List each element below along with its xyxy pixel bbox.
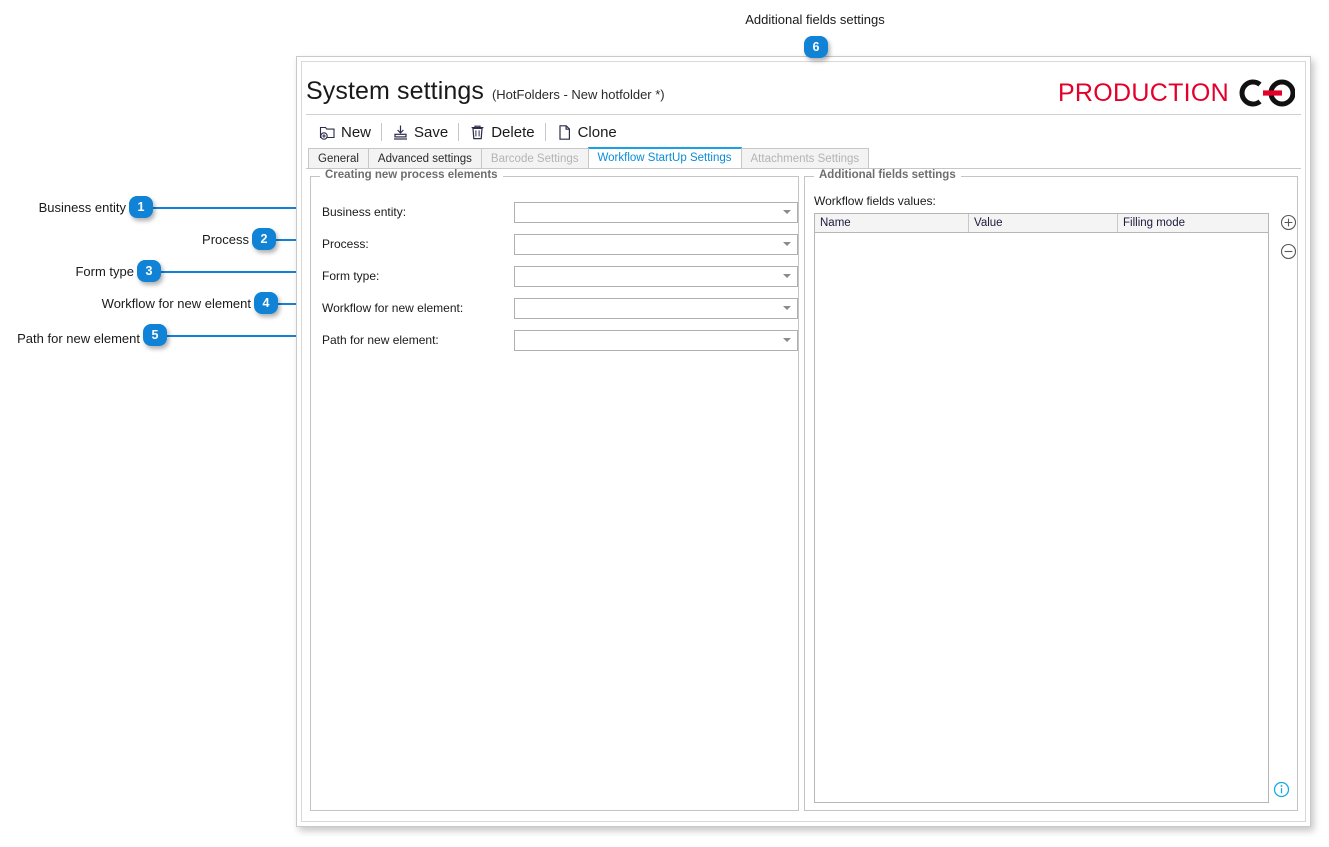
toolbar: New Save Delete Clone [306,115,1301,147]
workflow-fields-grid[interactable]: Name Value Filling mode [814,213,1269,803]
page-subtitle: (HotFolders - New hotfolder *) [491,87,665,102]
copy-page-icon [556,124,573,141]
callout-badge-4[interactable]: 4 [254,292,278,314]
delete-button-label: Delete [491,123,535,141]
system-settings-window: System settings (HotFolders - New hotfol… [296,56,1311,827]
column-header-filling-mode[interactable]: Filling mode [1118,214,1268,232]
callout-badge-1[interactable]: 1 [129,196,153,218]
tab-general[interactable]: General [308,148,369,168]
additional-fields-settings-group: Additional fields settings Workflow fiel… [804,169,1298,811]
column-header-name[interactable]: Name [815,214,969,232]
plus-circle-icon[interactable] [1280,214,1297,236]
chevron-down-icon [783,274,791,278]
clone-button-label: Clone [577,123,617,141]
left-panel-title: Creating new process elements [320,169,503,181]
save-icon [392,124,409,141]
form-row-path-for-new-element: Path for new element: [318,324,798,356]
window-inner-frame: System settings (HotFolders - New hotfol… [301,61,1306,822]
info-circle-icon[interactable] [1273,781,1290,803]
callout-badge-5[interactable]: 5 [143,324,167,346]
callout-badge-2[interactable]: 2 [252,228,276,250]
chevron-down-icon [783,306,791,310]
workflow-for-new-element-combobox[interactable] [514,297,798,319]
path-for-new-element-label: Path for new element: [322,333,439,347]
form-row-business-entity: Business entity: [318,196,798,228]
callout-label-5: Path for new element [17,331,140,346]
grid-body[interactable] [815,233,1268,802]
brand-label: PRODUCTION [1057,78,1229,107]
grid-tools [1269,213,1297,265]
tab-barcode-settings: Barcode Settings [480,148,589,168]
brand-group: PRODUCTION [1058,78,1295,114]
new-button-label: New [341,123,372,141]
form-type-label: Form type: [322,269,380,283]
delete-button[interactable]: Delete [462,122,541,143]
form-row-process: Process: [318,228,798,260]
callout-badge-6[interactable]: 6 [804,36,828,58]
callout-label-3: Form type [75,264,134,279]
chevron-down-icon [783,210,791,214]
brand-logo-icon [1238,78,1295,108]
minus-circle-icon[interactable] [1280,243,1297,265]
callout-label-2: Process [202,232,249,247]
form-row-workflow-for-new-element: Workflow for new element: [318,292,798,324]
page-title: System settings [306,77,484,105]
chevron-down-icon [783,242,791,246]
toolbar-separator [544,123,546,141]
right-panel-title: Additional fields settings [814,169,961,181]
business-entity-combobox[interactable] [514,201,798,223]
workflow-fields-section: Workflow fields values: Name Value Filli… [805,177,1297,803]
tab-content-area: Creating new process elements Business e… [306,169,1301,816]
business-entity-label: Business entity: [322,205,407,219]
path-for-new-element-combobox[interactable] [514,329,798,351]
workflow-fields-values-label: Workflow fields values: [814,194,936,208]
title-group: System settings (HotFolders - New hotfol… [306,77,665,114]
trash-icon [469,124,486,141]
form-row-form-type: Form type: [318,260,798,292]
grid-header-row: Name Value Filling mode [815,214,1268,233]
process-form: Business entity: Process: Form type: Wor… [311,177,798,356]
callout-label-4: Workflow for new element [101,296,251,311]
toolbar-separator [458,123,460,141]
column-header-value[interactable]: Value [969,214,1118,232]
workflow-for-new-element-label: Workflow for new element: [322,301,464,315]
process-label: Process: [322,237,369,251]
window-titlebar: System settings (HotFolders - New hotfol… [302,62,1305,114]
save-button[interactable]: Save [385,122,455,143]
toolbar-container: New Save Delete Clone [306,114,1301,147]
tab-workflow-startup-settings[interactable]: Workflow StartUp Settings [587,147,742,168]
new-button[interactable]: New [312,122,378,143]
grid-area: Name Value Filling mode [814,213,1297,803]
callout-label-1: Business entity [38,200,126,215]
clone-button[interactable]: Clone [549,122,624,143]
tabstrip: General Advanced settings Barcode Settin… [306,147,1301,169]
chevron-down-icon [783,338,791,342]
process-combobox[interactable] [514,233,798,255]
creating-new-process-elements-group: Creating new process elements Business e… [310,169,799,811]
callout-badge-3[interactable]: 3 [137,260,161,282]
new-folder-icon [319,124,336,141]
tab-advanced-settings[interactable]: Advanced settings [367,148,482,168]
toolbar-separator [381,123,383,141]
form-type-combobox[interactable] [514,265,798,287]
tab-attachments-settings: Attachments Settings [740,148,870,168]
callout-label-6: Additional fields settings [745,12,885,27]
save-button-label: Save [414,123,449,141]
